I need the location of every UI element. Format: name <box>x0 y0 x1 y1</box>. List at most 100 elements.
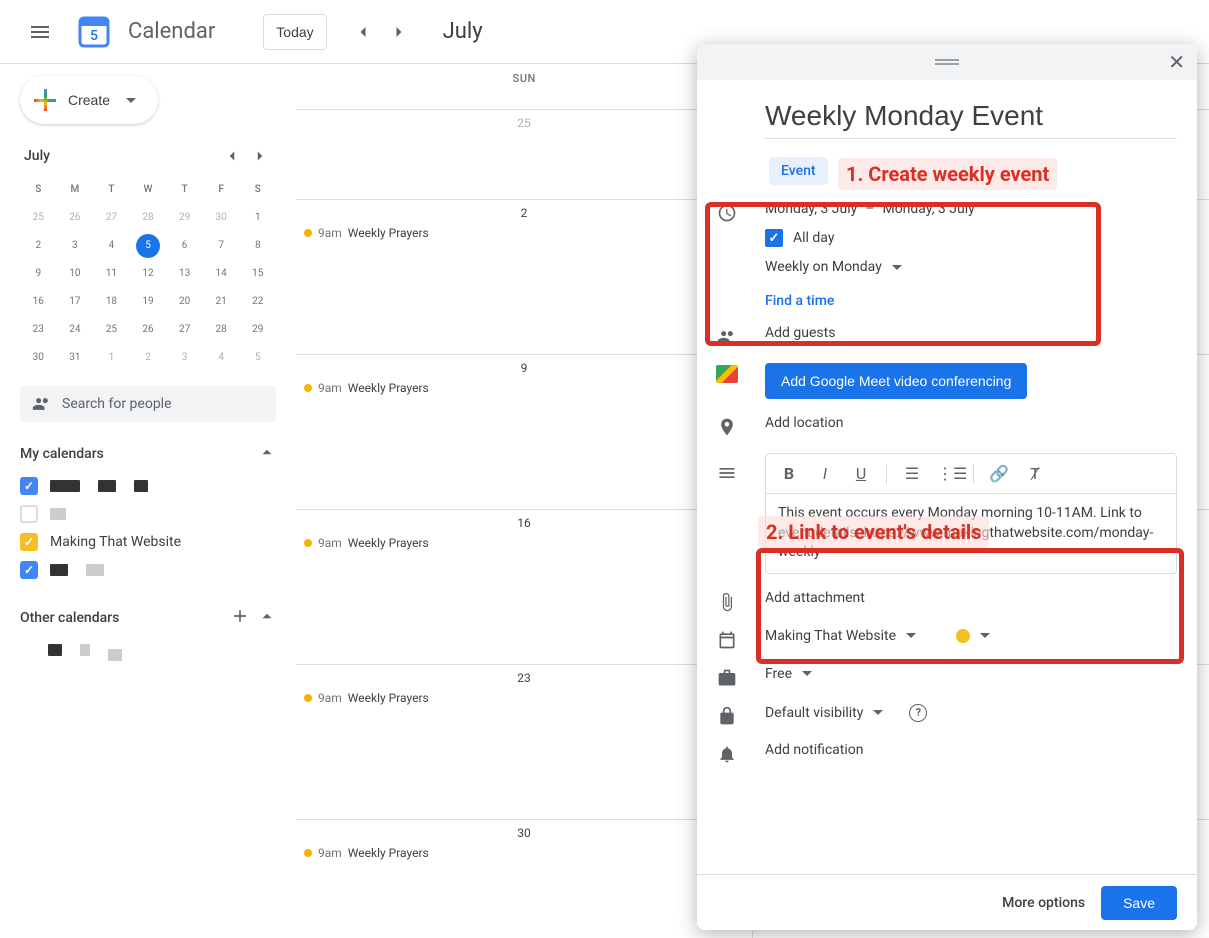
add-calendar-button[interactable] <box>230 606 250 630</box>
minical-day[interactable]: 13 <box>166 260 203 288</box>
create-button[interactable]: Create <box>20 76 158 124</box>
find-a-time-link[interactable]: Find a time <box>765 293 834 309</box>
day-cell[interactable]: 169amWeekly Prayers <box>296 510 753 664</box>
day-cell[interactable]: 309amWeekly Prayers <box>296 820 753 938</box>
minical-day[interactable]: 20 <box>166 288 203 316</box>
minical-day[interactable]: 6 <box>166 232 203 260</box>
minical-dayhead: F <box>203 176 240 204</box>
date-range[interactable]: Monday, 3 July – Monday, 3 July <box>765 201 1177 217</box>
add-meet-button[interactable]: Add Google Meet video conferencing <box>765 363 1027 399</box>
minical-day[interactable]: 22 <box>239 288 276 316</box>
today-button[interactable]: Today <box>263 14 326 50</box>
day-cell[interactable]: 29amWeekly Prayers <box>296 200 753 354</box>
event-item[interactable]: 9amWeekly Prayers <box>300 534 748 552</box>
description-textarea[interactable]: This event occurs every Monday morning 1… <box>766 494 1176 573</box>
minical-day[interactable]: 9 <box>20 260 57 288</box>
calendar-item[interactable] <box>20 636 276 664</box>
minical-day[interactable]: 19 <box>130 288 167 316</box>
add-guests-input[interactable]: Add guests <box>765 325 1177 341</box>
minical-day[interactable]: 29 <box>166 204 203 232</box>
calendar-item[interactable] <box>20 472 276 500</box>
minical-day[interactable]: 26 <box>57 204 94 232</box>
minical-day[interactable]: 29 <box>239 316 276 344</box>
add-notification-button[interactable]: Add notification <box>765 742 1177 758</box>
minical-day[interactable]: 15 <box>239 260 276 288</box>
event-color-swatch[interactable] <box>956 629 970 643</box>
event-tab[interactable]: Event <box>769 157 828 185</box>
minical-day[interactable]: 30 <box>203 204 240 232</box>
close-button[interactable]: ✕ <box>1168 50 1185 74</box>
add-location-input[interactable]: Add location <box>765 415 1177 431</box>
minical-day[interactable]: 5 <box>130 232 167 260</box>
drag-handle[interactable] <box>935 59 959 65</box>
availability-select[interactable]: Free <box>765 666 1177 682</box>
minical-day[interactable]: 21 <box>203 288 240 316</box>
minical-day[interactable]: 25 <box>20 204 57 232</box>
minical-day[interactable]: 7 <box>203 232 240 260</box>
bullet-list-button[interactable]: ⋮☰ <box>937 464 959 483</box>
minical-day[interactable]: 31 <box>57 344 94 372</box>
event-item[interactable]: 9amWeekly Prayers <box>300 689 748 707</box>
calendar-item[interactable] <box>20 556 276 584</box>
minical-day[interactable]: 30 <box>20 344 57 372</box>
day-cell[interactable]: 239amWeekly Prayers <box>296 665 753 819</box>
help-icon[interactable]: ? <box>909 704 927 722</box>
calendar-item-making-that-website[interactable]: Making That Website <box>20 528 276 556</box>
minical-day[interactable]: 24 <box>57 316 94 344</box>
minical-day[interactable]: 8 <box>239 232 276 260</box>
minical-day[interactable]: 27 <box>93 204 130 232</box>
minical-day[interactable]: 5 <box>239 344 276 372</box>
dropdown-icon <box>892 265 902 270</box>
minical-day[interactable]: 14 <box>203 260 240 288</box>
event-item[interactable]: 9amWeekly Prayers <box>300 224 748 242</box>
minical-day[interactable]: 4 <box>93 232 130 260</box>
italic-button[interactable]: I <box>814 464 836 483</box>
add-attachment-button[interactable]: Add attachment <box>765 590 1177 606</box>
minical-day[interactable]: 26 <box>130 316 167 344</box>
prev-period-button[interactable] <box>347 16 379 48</box>
day-cell[interactable]: 25 <box>296 110 753 199</box>
minical-day[interactable]: 11 <box>93 260 130 288</box>
numbered-list-button[interactable]: ☰ <box>901 464 923 483</box>
other-calendars-toggle[interactable]: Other calendars <box>20 600 276 636</box>
day-cell[interactable]: 99amWeekly Prayers <box>296 355 753 509</box>
event-title-input[interactable] <box>765 96 1177 139</box>
minical-day[interactable]: 3 <box>166 344 203 372</box>
calendar-select[interactable]: Making That Website <box>765 628 1177 644</box>
calendar-logo: 5 <box>72 10 116 54</box>
bold-button[interactable]: B <box>778 464 800 483</box>
minical-day[interactable]: 16 <box>20 288 57 316</box>
minical-day[interactable]: 25 <box>93 316 130 344</box>
minical-day[interactable]: 28 <box>130 204 167 232</box>
clear-format-button[interactable]: Ⱦ <box>1024 464 1046 484</box>
more-options-button[interactable]: More options <box>1002 895 1085 911</box>
minical-day[interactable]: 18 <box>93 288 130 316</box>
minical-prev[interactable] <box>220 144 244 168</box>
minical-day[interactable]: 2 <box>130 344 167 372</box>
next-period-button[interactable] <box>383 16 415 48</box>
minical-day[interactable]: 1 <box>239 204 276 232</box>
minical-day[interactable]: 27 <box>166 316 203 344</box>
search-people-input[interactable]: Search for people <box>20 386 276 422</box>
minical-day[interactable]: 4 <box>203 344 240 372</box>
minical-day[interactable]: 23 <box>20 316 57 344</box>
repeat-select[interactable]: Weekly on Monday <box>765 259 1177 275</box>
minical-day[interactable]: 17 <box>57 288 94 316</box>
minical-day[interactable]: 28 <box>203 316 240 344</box>
my-calendars-toggle[interactable]: My calendars <box>20 436 276 472</box>
all-day-toggle[interactable]: ✓ All day <box>765 229 1177 247</box>
underline-button[interactable]: U <box>850 464 872 483</box>
link-button[interactable]: 🔗 <box>988 464 1010 483</box>
visibility-select[interactable]: Default visibility ? <box>765 704 1177 722</box>
main-menu-button[interactable] <box>16 8 64 56</box>
minical-day[interactable]: 10 <box>57 260 94 288</box>
event-item[interactable]: 9amWeekly Prayers <box>300 844 748 862</box>
event-item[interactable]: 9amWeekly Prayers <box>300 379 748 397</box>
minical-day[interactable]: 12 <box>130 260 167 288</box>
minical-next[interactable] <box>248 144 272 168</box>
calendar-item[interactable] <box>20 500 276 528</box>
save-button[interactable]: Save <box>1101 886 1177 920</box>
minical-day[interactable]: 3 <box>57 232 94 260</box>
minical-day[interactable]: 1 <box>93 344 130 372</box>
minical-day[interactable]: 2 <box>20 232 57 260</box>
